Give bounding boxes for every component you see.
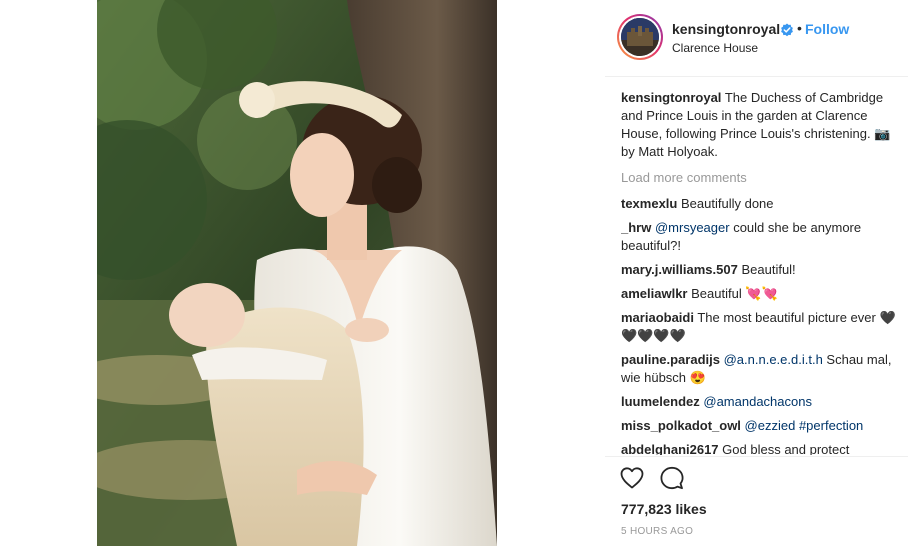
- post-photo-image: [97, 0, 497, 546]
- comment-mention[interactable]: @mrsyeager: [655, 220, 730, 235]
- comment-username[interactable]: abdelghani2617: [621, 442, 719, 455]
- comment-item: miss_polkadot_owl @ezzied #perfection: [621, 417, 901, 435]
- comment-text: Beautiful 💘💘: [691, 286, 778, 301]
- post-side-panel: kensingtonroyal • Follow Clarence House …: [605, 0, 908, 546]
- like-count[interactable]: 777,823 likes: [621, 501, 707, 517]
- caption-username[interactable]: kensingtonroyal: [621, 90, 721, 105]
- comments-section[interactable]: kensingtonroyal The Duchess of Cambridge…: [621, 89, 901, 455]
- comment-text: Beautiful!: [741, 262, 796, 277]
- comment-username[interactable]: miss_polkadot_owl: [621, 418, 741, 433]
- profile-avatar[interactable]: [617, 14, 663, 60]
- avatar-border: [619, 16, 661, 58]
- comment-mention[interactable]: #perfection: [799, 418, 863, 433]
- load-more-comments-button[interactable]: Load more comments: [621, 169, 901, 187]
- post-photo[interactable]: [97, 0, 497, 546]
- comment-mention[interactable]: @a.n.n.e.e.d.i.t.h: [724, 352, 823, 367]
- comment-item: pauline.paradijs @a.n.n.e.e.d.i.t.h Scha…: [621, 351, 901, 387]
- comment-item: abdelghani2617 God bless and protect: [621, 441, 901, 455]
- post-actions: 777,823 likes 5 HOURS AGO: [605, 456, 908, 546]
- post-username[interactable]: kensingtonroyal: [672, 21, 780, 37]
- comment-username[interactable]: ameliawlkr: [621, 286, 688, 301]
- comment-username[interactable]: texmexlu: [621, 196, 677, 211]
- post-caption: kensingtonroyal The Duchess of Cambridge…: [621, 89, 901, 161]
- speech-bubble-icon[interactable]: [659, 465, 685, 491]
- comment-list: texmexlu Beautifully done _hrw @mrsyeager…: [621, 195, 901, 455]
- post-header: kensingtonroyal • Follow Clarence House: [605, 0, 908, 77]
- comment-text: Beautifully done: [681, 196, 774, 211]
- comment-username[interactable]: mary.j.williams.507: [621, 262, 738, 277]
- comment-item: ameliawlkr Beautiful 💘💘: [621, 285, 901, 303]
- comment-username[interactable]: luumelendez: [621, 394, 700, 409]
- header-separator: •: [797, 20, 802, 36]
- comment-item: mariaobaidi The most beautiful picture e…: [621, 309, 901, 345]
- heart-icon[interactable]: [619, 465, 645, 491]
- follow-button[interactable]: Follow: [805, 21, 849, 37]
- comment-item: _hrw @mrsyeager could she be anymore bea…: [621, 219, 901, 255]
- comment-mention[interactable]: @amandachacons: [703, 394, 812, 409]
- comment-item: luumelendez @amandachacons: [621, 393, 901, 411]
- comment-username[interactable]: pauline.paradijs: [621, 352, 720, 367]
- verified-badge-icon: [781, 23, 793, 37]
- palace-icon: [621, 18, 659, 56]
- comment-username[interactable]: _hrw: [621, 220, 651, 235]
- post-location[interactable]: Clarence House: [672, 41, 758, 55]
- comment-username[interactable]: mariaobaidi: [621, 310, 694, 325]
- avatar-image: [621, 18, 659, 56]
- comment-text: God bless and protect: [722, 442, 850, 455]
- instagram-post: kensingtonroyal • Follow Clarence House …: [0, 0, 908, 546]
- comment-item: texmexlu Beautifully done: [621, 195, 901, 213]
- comment-item: mary.j.williams.507 Beautiful!: [621, 261, 901, 279]
- comment-mention[interactable]: @ezzied: [745, 418, 796, 433]
- post-timestamp[interactable]: 5 HOURS AGO: [621, 526, 693, 537]
